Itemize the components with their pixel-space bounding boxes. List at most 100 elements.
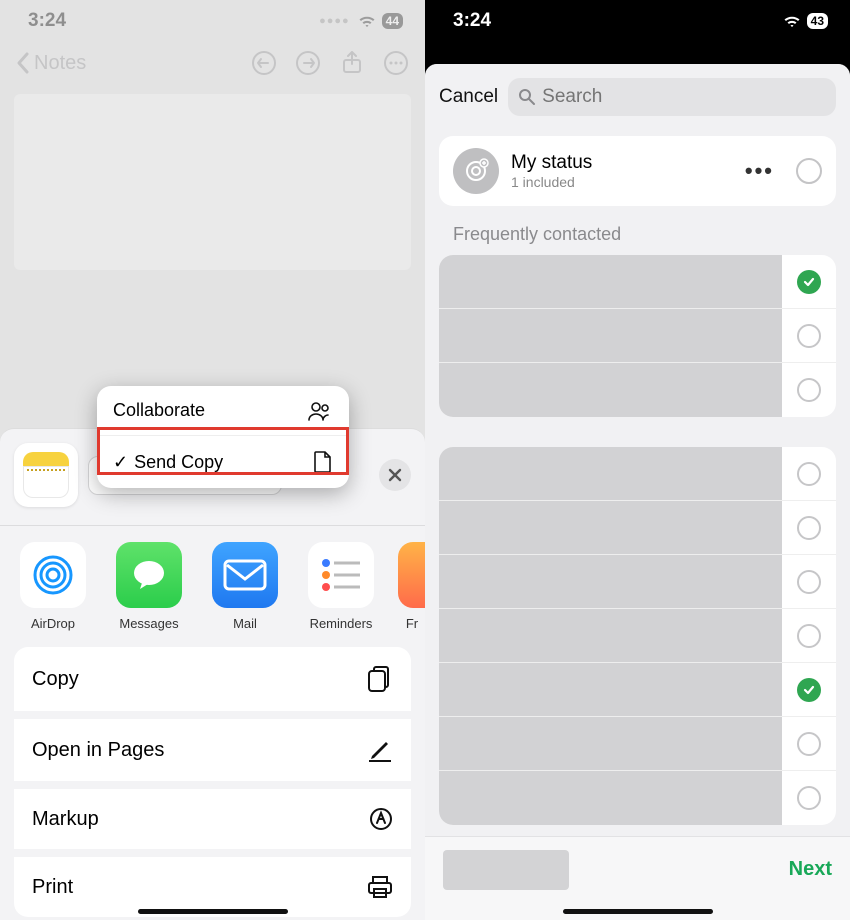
contact-select-radio[interactable] (782, 378, 836, 402)
action-list: Copy Open in Pages Markup Print (14, 647, 411, 917)
status-select-radio[interactable] (796, 158, 822, 184)
contact-select-radio[interactable] (782, 270, 836, 294)
print-action[interactable]: Print (14, 857, 411, 917)
share-sheet: Send Copy AirDrop Messages Mail (0, 428, 425, 920)
status-right: 43 (783, 13, 828, 29)
messages-label: Messages (110, 616, 188, 631)
contact-select-radio[interactable] (782, 732, 836, 756)
contact-redacted (439, 255, 782, 308)
status-right: ●●●● 44 (319, 13, 403, 29)
open-pages-label: Open in Pages (32, 739, 164, 762)
notes-app-icon (14, 443, 78, 507)
search-input[interactable] (542, 86, 826, 108)
contact-select-radio[interactable] (782, 324, 836, 348)
freeform-label: Fr (398, 616, 425, 631)
more-icon[interactable]: ••• (745, 158, 774, 184)
contact-row[interactable] (439, 309, 836, 363)
whatsapp-share-sheet: Cancel My status 1 included ••• Frequent… (425, 64, 850, 920)
pencil-icon (367, 737, 393, 763)
contact-row[interactable] (439, 555, 836, 609)
airdrop-target[interactable]: AirDrop (14, 542, 92, 631)
contact-redacted (439, 771, 782, 825)
contact-row[interactable] (439, 663, 836, 717)
markup-icon (369, 807, 393, 831)
freeform-target[interactable]: Fr (398, 542, 425, 631)
home-indicator[interactable] (138, 909, 288, 914)
contact-redacted (439, 501, 782, 554)
share-icon[interactable] (339, 50, 365, 76)
contact-select-radio[interactable] (782, 678, 836, 702)
contact-list-2 (439, 447, 836, 825)
battery-badge: 43 (807, 13, 828, 29)
my-status-title: My status (511, 152, 592, 174)
mail-target[interactable]: Mail (206, 542, 284, 631)
wifi-icon (358, 14, 376, 28)
messages-icon (129, 555, 169, 595)
contact-redacted (439, 663, 782, 716)
print-icon (367, 875, 393, 899)
mail-label: Mail (206, 616, 284, 631)
contact-redacted (439, 555, 782, 608)
close-button[interactable] (379, 459, 411, 491)
contact-redacted (439, 609, 782, 662)
airdrop-label: AirDrop (14, 616, 92, 631)
open-in-pages-action[interactable]: Open in Pages (14, 719, 411, 781)
left-phone: 3:24 ●●●● 44 Notes Collaborate ✓Send Cop… (0, 0, 425, 920)
cancel-button[interactable]: Cancel (439, 86, 498, 108)
contact-select-radio[interactable] (782, 570, 836, 594)
reminders-label: Reminders (302, 616, 380, 631)
wifi-icon (783, 14, 801, 28)
contact-select-radio[interactable] (782, 786, 836, 810)
messages-target[interactable]: Messages (110, 542, 188, 631)
people-icon (307, 401, 333, 421)
more-icon[interactable] (383, 50, 409, 76)
undo-icon[interactable] (251, 50, 277, 76)
markup-action[interactable]: Markup (14, 789, 411, 849)
print-label: Print (32, 876, 73, 899)
contact-select-radio[interactable] (782, 516, 836, 540)
airdrop-icon (29, 551, 77, 599)
search-field[interactable] (508, 78, 836, 116)
contact-redacted (439, 363, 782, 417)
next-button[interactable]: Next (789, 858, 832, 881)
back-button[interactable]: Notes (16, 52, 86, 75)
section-title: Frequently contacted (425, 218, 850, 255)
contact-row[interactable] (439, 363, 836, 417)
selection-summary (443, 850, 569, 890)
notes-nav: Notes (0, 36, 425, 90)
nav-actions (251, 50, 409, 76)
close-icon (388, 468, 402, 482)
share-targets-row: AirDrop Messages Mail Reminders Fr (0, 526, 425, 641)
cellular-icon: ●●●● (319, 15, 350, 27)
contact-row[interactable] (439, 255, 836, 309)
footer-bar: Next (425, 836, 850, 920)
contact-row[interactable] (439, 609, 836, 663)
redo-icon[interactable] (295, 50, 321, 76)
note-content-area (14, 94, 411, 270)
contact-row[interactable] (439, 501, 836, 555)
contact-redacted (439, 447, 782, 500)
contact-select-radio[interactable] (782, 624, 836, 648)
contact-redacted (439, 717, 782, 770)
collaborate-label: Collaborate (113, 400, 205, 421)
contact-row[interactable] (439, 447, 836, 501)
time-label: 3:24 (453, 10, 491, 32)
copy-icon (367, 665, 393, 693)
statusbar-right: 3:24 43 (425, 0, 850, 36)
statusbar-left: 3:24 ●●●● 44 (0, 0, 425, 36)
contact-row[interactable] (439, 717, 836, 771)
home-indicator[interactable] (563, 909, 713, 914)
contact-row[interactable] (439, 771, 836, 825)
status-avatar-icon (453, 148, 499, 194)
red-highlight-box (97, 427, 349, 475)
reminders-target[interactable]: Reminders (302, 542, 380, 631)
my-status-subtitle: 1 included (511, 174, 592, 190)
contact-list-1 (439, 255, 836, 417)
copy-action[interactable]: Copy (14, 647, 411, 711)
copy-label: Copy (32, 668, 79, 691)
search-icon (518, 88, 536, 106)
my-status-row[interactable]: My status 1 included ••• (439, 136, 836, 206)
contact-redacted (439, 309, 782, 362)
right-phone: 3:24 43 Cancel My status 1 included ••• (425, 0, 850, 920)
contact-select-radio[interactable] (782, 462, 836, 486)
